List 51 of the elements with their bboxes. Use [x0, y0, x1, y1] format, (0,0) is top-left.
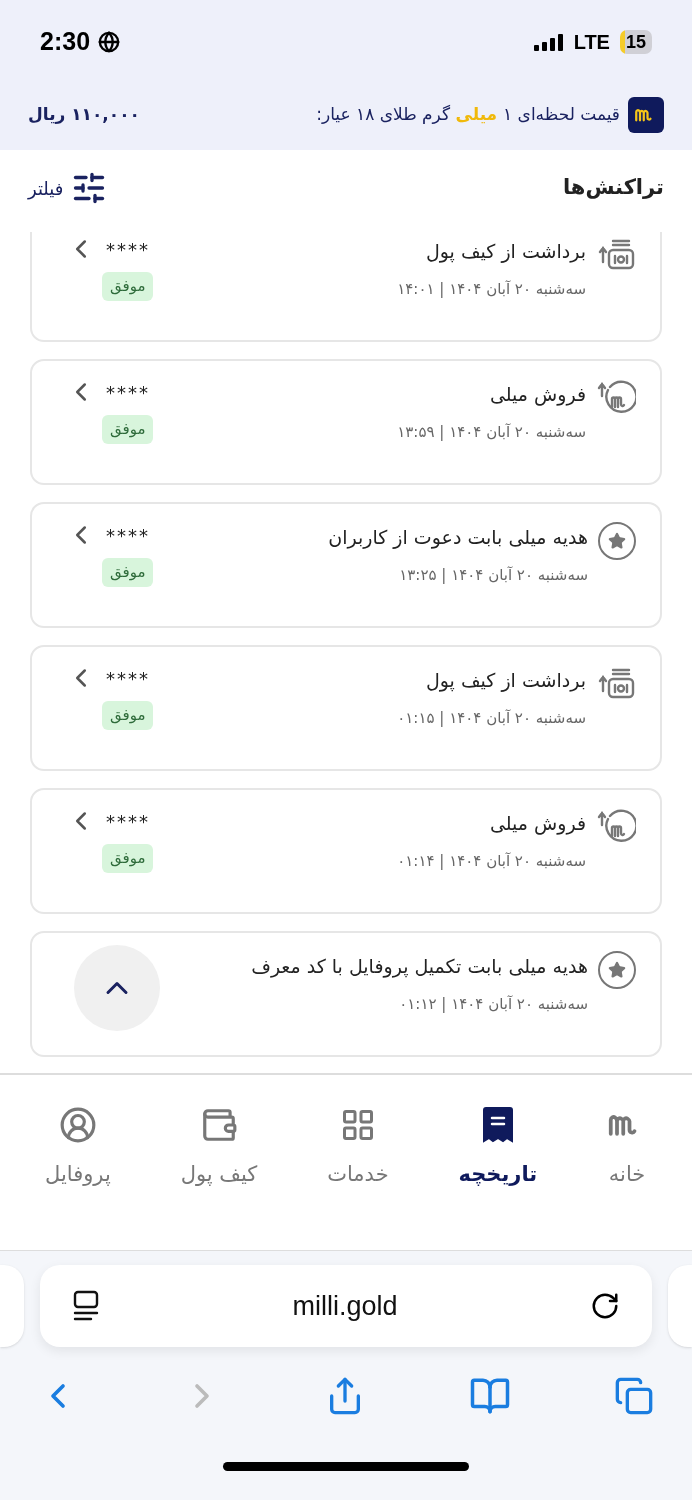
transaction-date: سه‌شنبه ۲۰ آبان ۱۴۰۴ | ۱۳:۲۵	[398, 565, 588, 586]
masked-amount: ****	[106, 237, 150, 262]
transaction-title: فروش میلی	[489, 811, 586, 837]
nav-tab[interactable]: تاریخچه	[458, 1103, 538, 1203]
wallet-icon	[200, 1106, 238, 1144]
filter-button[interactable]: فیلتر	[28, 170, 108, 206]
transaction-date: سه‌شنبه ۲۰ آبان ۱۴۰۴ | ۱۳:۵۹	[397, 422, 586, 443]
profile-icon	[58, 1106, 97, 1144]
transaction-card[interactable]: هدیه میلی بابت دعوت از کاربران سه‌شنبه ۲۰ آبان ۱۴۰۴ | ۱۳:۲۵ **** موفق	[30, 502, 662, 628]
star-badge-icon	[598, 951, 636, 989]
page-menu-icon	[72, 1290, 100, 1322]
status-badge: موفق	[102, 844, 154, 873]
masked-amount: ****	[106, 666, 150, 691]
transaction-title: هدیه میلی بابت تکمیل پروفایل با کد معرف	[251, 954, 588, 980]
globe-icon	[98, 31, 121, 53]
tabs-icon[interactable]	[614, 1376, 654, 1416]
transaction-card[interactable]: هدیه میلی بابت تکمیل پروفایل با کد معرف سه‌شنبه ۲۰ آبان ۱۴۰۴ | ۰۱:۱۲	[30, 931, 662, 1057]
reload-icon[interactable]	[590, 1291, 620, 1321]
url-text: milli.gold	[292, 1289, 398, 1323]
transaction-date: سه‌شنبه ۲۰ آبان ۱۴۰۴ | ۱۴:۰۱	[397, 279, 586, 300]
transaction-card[interactable]: برداشت از کیف پول سه‌شنبه ۲۰ آبان ۱۴۰۴ | ۰۱:۱۵ **** موفق	[30, 645, 662, 771]
transaction-date: سه‌شنبه ۲۰ آبان ۱۴۰۴ | ۰۱:۱۴	[397, 851, 586, 872]
transaction-card[interactable]: فروش میلی سه‌شنبه ۲۰ آبان ۱۴۰۴ | ۱۳:۵۹ **** موفق	[30, 359, 662, 485]
transaction-title: برداشت از کیف پول	[425, 668, 586, 694]
transaction-title: فروش میلی	[489, 382, 586, 408]
receipt-icon	[481, 1106, 514, 1144]
masked-amount: ****	[106, 523, 150, 548]
nav-tab[interactable]: خدمات	[327, 1103, 389, 1203]
transaction-title: هدیه میلی بابت دعوت از کاربران	[328, 525, 588, 551]
transaction-date: سه‌شنبه ۲۰ آبان ۱۴۰۴ | ۰۱:۱۵	[397, 708, 586, 729]
address-bar[interactable]: milli.gold	[40, 1265, 652, 1347]
price-label: قیمت لحظه‌ای ۱ میلی گرم طلای ۱۸ عیار:	[316, 103, 620, 127]
status-badge: موفق	[102, 415, 154, 444]
status-badge: موفق	[102, 701, 154, 730]
network-label: LTE	[573, 30, 610, 55]
transaction-title: برداشت از کیف پول	[425, 239, 586, 265]
status-time: 2:30	[40, 26, 91, 58]
status-badge: موفق	[102, 272, 154, 301]
masked-amount: ****	[106, 380, 150, 405]
nav-tab[interactable]: پروفایل	[45, 1103, 111, 1203]
transaction-card[interactable]: برداشت از کیف پول سه‌شنبه ۲۰ آبان ۱۴۰۴ | ۱۴:۰۱ **** موفق	[30, 232, 662, 342]
transaction-date: سه‌شنبه ۲۰ آبان ۱۴۰۴ | ۰۱:۱۲	[398, 994, 588, 1015]
price-value: ۱۱۰,۰۰۰ ریال	[28, 103, 140, 127]
nav-tab[interactable]: کیف پول	[180, 1103, 258, 1203]
star-badge-icon	[598, 522, 636, 560]
page-title: تراکنش‌ها	[562, 174, 664, 202]
nav-tab[interactable]: خانه	[607, 1103, 648, 1203]
transaction-card[interactable]: فروش میلی سه‌شنبه ۲۰ آبان ۱۴۰۴ | ۰۱:۱۴ **** موفق	[30, 788, 662, 914]
status-badge: موفق	[102, 558, 154, 587]
masked-amount: ****	[106, 809, 150, 834]
battery-indicator: 15	[619, 30, 652, 54]
